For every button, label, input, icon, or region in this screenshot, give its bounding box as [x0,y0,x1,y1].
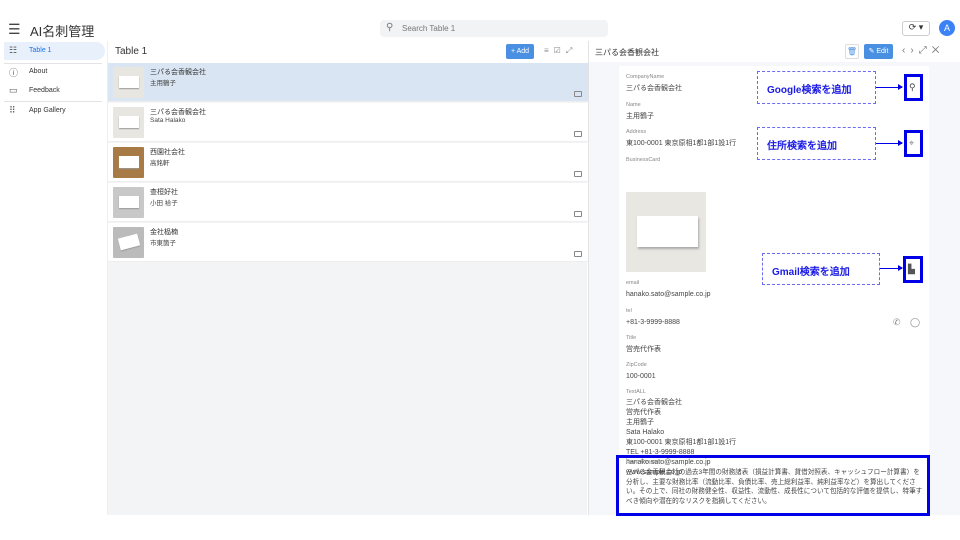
image-icon [574,131,582,137]
expand-icon[interactable]: ⤢ [566,46,577,55]
card-thumbnail [113,147,144,178]
list-item[interactable]: 西園社会社 高銘軒 [108,143,588,182]
card-thumbnail [113,107,144,138]
sidebar-item-app-gallery[interactable]: ⠿ App Gallery [4,102,105,120]
image-icon [574,251,582,257]
email-value: hanako.sato@sample.co.jp [626,291,711,298]
row-company: 金社榀楠 [150,229,178,236]
list-item[interactable]: 金社榀楠 市東箇子 [108,223,588,262]
sidebar: ☷ Table 1 ⓘ About ▭ Feedback ⠿ App Gallery [0,41,106,515]
expand-icon[interactable]: ⤢ [919,45,932,56]
feedback-icon: ▭ [9,85,18,95]
sms-icon[interactable]: ◯ [910,317,920,328]
address-value: 東100-0001 東京原相1都1部1設1行 [626,140,737,147]
row-company: 查桓好社 [150,189,178,196]
textall-line: Sata Halako [626,429,665,436]
select-icon[interactable]: ☑ [554,46,566,55]
row-name: 高銘軒 [150,160,170,167]
list-title: Table 1 [115,46,148,57]
record-list: Table 1 + Add ≡☑⤢ 三パる会香観会社 主用鶴子 三パる会香観会社 S… [107,41,588,515]
textall-line: 営売代作表 [626,409,661,416]
row-name: 主用鶴子 [150,80,176,87]
row-company: 西園社会社 [150,149,185,156]
info-icon: ⓘ [9,68,19,78]
gmail-search-icon[interactable]: ▙ [908,264,915,275]
name-value: 主用鶴子 [626,113,654,120]
field-label: email [626,280,640,286]
card-thumbnail [113,187,144,218]
list-item[interactable]: 查桓好社 小田 袷子 [108,183,588,222]
field-label: ZipCode [626,362,647,368]
filter-icon[interactable]: ≡ [544,46,554,55]
image-icon [574,211,582,217]
delete-button[interactable]: 🗑 [845,44,859,59]
search-input[interactable]: ⚲ Search Table 1 [380,20,608,37]
list-item[interactable]: 三パる会香観会社 主用鶴子 [108,63,588,102]
field-label: Title [626,335,637,341]
sync-button[interactable]: ⟳ ▾ [902,21,930,36]
search-placeholder: Search Table 1 [402,24,456,33]
card-thumbnail [113,227,144,258]
row-name: 市東箇子 [150,240,176,247]
sidebar-item-label: Feedback [29,87,60,94]
field-label: tel [626,308,632,314]
edit-button[interactable]: ✎ Edit [864,44,893,59]
list-tools: ≡☑⤢ [544,46,577,56]
textall-line: 三パる会香観会社 [626,399,682,406]
annotation-address: 住所検索を追加 [757,127,876,160]
card-thumbnail [113,67,144,98]
next-icon[interactable]: › [910,45,918,56]
list-icon: ☷ [9,45,18,55]
zip-value: 100-0001 [626,373,656,380]
field-label: TextALL [626,389,646,395]
field-label: Name [626,102,641,108]
annotation-arrow [876,84,903,90]
search-icon: ⚲ [386,22,394,33]
apps-grid-icon: ⠿ [9,105,16,115]
annotation-arrow [876,140,903,146]
annotation-gmail: Gmail検索を追加 [762,253,880,285]
detail-header: 三パる会香観会社 🗑 ✎ Edit ‹›⤢✕ [589,41,960,62]
detail-nav: ‹›⤢✕ [902,45,944,56]
annotation-deep-research [616,455,930,516]
image-icon [574,171,582,177]
company-value: 三パる会香観会社 [626,85,682,92]
map-pin-icon[interactable]: ⌖ [909,138,914,149]
google-search-icon[interactable]: ⚲ [909,82,916,93]
app-title: AI名刺管理 [30,24,95,39]
close-icon[interactable]: ✕ [932,45,945,56]
sidebar-item-label: App Gallery [29,107,66,114]
sidebar-item-label: About [29,68,48,75]
business-card-image[interactable] [626,192,706,272]
add-button[interactable]: + Add [506,44,534,59]
title-value: 営売代作表 [626,346,661,353]
phone-icon[interactable]: ✆ [893,317,901,328]
detail-title: 三パる会香観会社 [595,48,659,57]
sidebar-item-label: Table 1 [29,47,52,54]
field-label: CompanyName [626,74,665,80]
row-company: 三パる会香観会社 [150,69,206,76]
field-label: BusinessCard [626,157,661,163]
row-company: 三パる会香観会社 [150,109,206,116]
sidebar-item-about[interactable]: ⓘ About [4,63,105,81]
menu-icon[interactable]: ☰ [8,21,21,38]
image-icon [574,91,582,97]
sidebar-item-table-1[interactable]: ☷ Table 1 [4,42,105,60]
edit-label: Edit [876,48,889,55]
avatar[interactable]: A [939,20,955,36]
textall-line: 東100-0001 東京原相1都1部1設1行 [626,439,737,446]
sidebar-item-feedback[interactable]: ▭ Feedback [4,82,105,100]
tel-value: +81-3-9999-8888 [626,319,680,326]
field-label: Address [626,129,647,135]
list-item[interactable]: 三パる会香観会社 Sata Halako [108,103,588,142]
textall-line: 主用鶴子 [626,419,654,426]
list-header: Table 1 + Add ≡☑⤢ [108,41,588,63]
annotation-arrow [880,265,903,271]
row-name: 小田 袷子 [150,200,178,207]
annotation-google: Google検索を追加 [757,71,876,104]
row-name: Sata Halako [150,117,186,124]
